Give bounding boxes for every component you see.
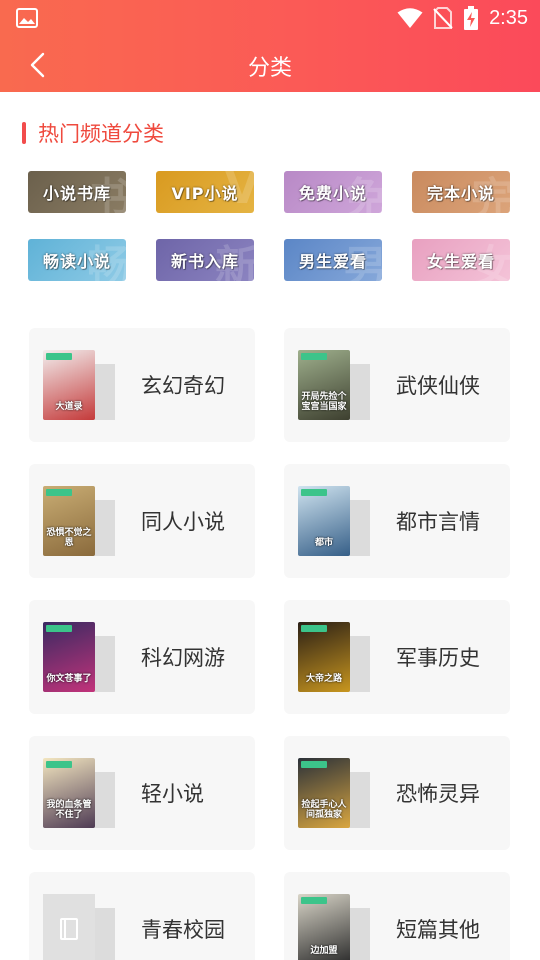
channel-tag[interactable]: 完完本小说 <box>412 171 510 213</box>
channel-tag[interactable]: V VIP小说 <box>156 171 254 213</box>
channel-tag[interactable]: 女女生爱看 <box>412 239 510 281</box>
cover-badge <box>301 489 327 496</box>
book-cover-stack: 恐惧不觉之恩 <box>43 486 115 556</box>
category-label: 同人小说 <box>141 510 225 534</box>
cover-badge <box>46 625 72 632</box>
category-card[interactable]: 开局先捡个宝宫当国家 武侠仙侠 <box>284 328 510 442</box>
category-card[interactable]: 大道录 玄幻奇幻 <box>29 328 255 442</box>
cover-badge <box>46 761 72 768</box>
category-card[interactable]: 我的血条管不住了 轻小说 <box>29 736 255 850</box>
book-cover: 恐惧不觉之恩 <box>43 486 95 556</box>
cover-title: 你文苍事了 <box>46 674 92 684</box>
section-header: 热门频道分类 <box>22 118 164 148</box>
tag-label: 完本小说 <box>426 184 495 203</box>
cover-title: 都市 <box>314 538 333 548</box>
channel-tag[interactable]: 书小说书库 <box>28 171 126 213</box>
category-card[interactable]: 青春校园 <box>29 872 255 960</box>
cover-badge <box>301 353 327 360</box>
book-cover-stack: 你文苍事了 <box>43 622 115 692</box>
cover-title: 边加盟 <box>310 946 338 956</box>
book-cover-stack: 边加盟 <box>298 894 370 960</box>
category-card[interactable]: 你文苍事了 科幻网游 <box>29 600 255 714</box>
tag-label: 新书入库 <box>170 252 239 271</box>
tag-label: 小说书库 <box>42 184 111 203</box>
status-time: 2:35 <box>489 6 528 29</box>
cover-title: 我的血条管不住了 <box>46 800 92 820</box>
category-label: 青春校园 <box>141 918 225 942</box>
book-cover-stack: 大帝之路 <box>298 622 370 692</box>
book-cover: 你文苍事了 <box>43 622 95 692</box>
book-cover-stack: 大道录 <box>43 350 115 420</box>
section-accent-bar <box>22 122 26 144</box>
category-card[interactable]: 都市 都市言情 <box>284 464 510 578</box>
cover-badge <box>46 353 72 360</box>
category-label: 短篇其他 <box>396 918 480 942</box>
book-cover: 大帝之路 <box>298 622 350 692</box>
category-label: 军事历史 <box>396 646 480 670</box>
cover-badge <box>301 761 327 768</box>
cover-badge <box>301 897 327 904</box>
category-card[interactable]: 边加盟 短篇其他 <box>284 872 510 960</box>
book-cover-stack: 开局先捡个宝宫当国家 <box>298 350 370 420</box>
tag-label: 免费小说 <box>298 184 367 203</box>
wifi-icon <box>397 8 423 28</box>
tag-label: 畅读小说 <box>42 252 111 271</box>
book-cover-stack: 都市 <box>298 486 370 556</box>
cover-title: 大道录 <box>55 402 83 412</box>
image-notification-icon <box>16 8 38 28</box>
book-cover: 边加盟 <box>298 894 350 960</box>
category-card[interactable]: 捡起手心人间孤独家 恐怖灵异 <box>284 736 510 850</box>
cover-title: 大帝之路 <box>305 674 342 684</box>
book-cover: 开局先捡个宝宫当国家 <box>298 350 350 420</box>
book-cover-placeholder <box>43 894 95 960</box>
tag-label: 男生爱看 <box>298 252 367 271</box>
status-bar: 2:35 <box>0 0 540 36</box>
cover-title: 恐惧不觉之恩 <box>46 528 92 548</box>
tag-label: VIP小说 <box>171 184 239 203</box>
book-cover-stack <box>43 894 115 960</box>
category-label: 轻小说 <box>141 782 204 806</box>
channel-tag[interactable]: 男男生爱看 <box>284 239 382 281</box>
page-title: 分类 <box>247 56 292 81</box>
category-label: 恐怖灵异 <box>396 782 480 806</box>
channel-tag[interactable]: 免免费小说 <box>284 171 382 213</box>
book-cover-stack: 捡起手心人间孤独家 <box>298 758 370 828</box>
book-cover: 大道录 <box>43 350 95 420</box>
book-cover: 捡起手心人间孤独家 <box>298 758 350 828</box>
category-label: 都市言情 <box>396 510 480 534</box>
category-label: 武侠仙侠 <box>396 374 480 398</box>
category-card[interactable]: 大帝之路 军事历史 <box>284 600 510 714</box>
no-sim-icon <box>433 7 453 29</box>
channel-tag[interactable]: 新新书入库 <box>156 239 254 281</box>
cover-title: 开局先捡个宝宫当国家 <box>301 392 347 412</box>
tag-label: 女生爱看 <box>426 252 495 271</box>
book-cover-stack: 我的血条管不住了 <box>43 758 115 828</box>
book-cover: 我的血条管不住了 <box>43 758 95 828</box>
status-icons: 2:35 <box>397 5 528 31</box>
section-title: 热门频道分类 <box>38 122 164 146</box>
top-bar: 2:35 分类 <box>0 0 540 92</box>
category-label: 科幻网游 <box>141 646 225 670</box>
category-label: 玄幻奇幻 <box>141 374 225 398</box>
cover-title: 捡起手心人间孤独家 <box>301 800 347 820</box>
battery-charging-icon <box>464 6 479 30</box>
channel-tag[interactable]: 畅畅读小说 <box>28 239 126 281</box>
book-cover: 都市 <box>298 486 350 556</box>
category-card[interactable]: 恐惧不觉之恩 同人小说 <box>29 464 255 578</box>
cover-badge <box>46 489 72 496</box>
book-placeholder-icon <box>60 918 78 940</box>
nav-bar: 分类 <box>0 40 540 90</box>
cover-badge <box>301 625 327 632</box>
